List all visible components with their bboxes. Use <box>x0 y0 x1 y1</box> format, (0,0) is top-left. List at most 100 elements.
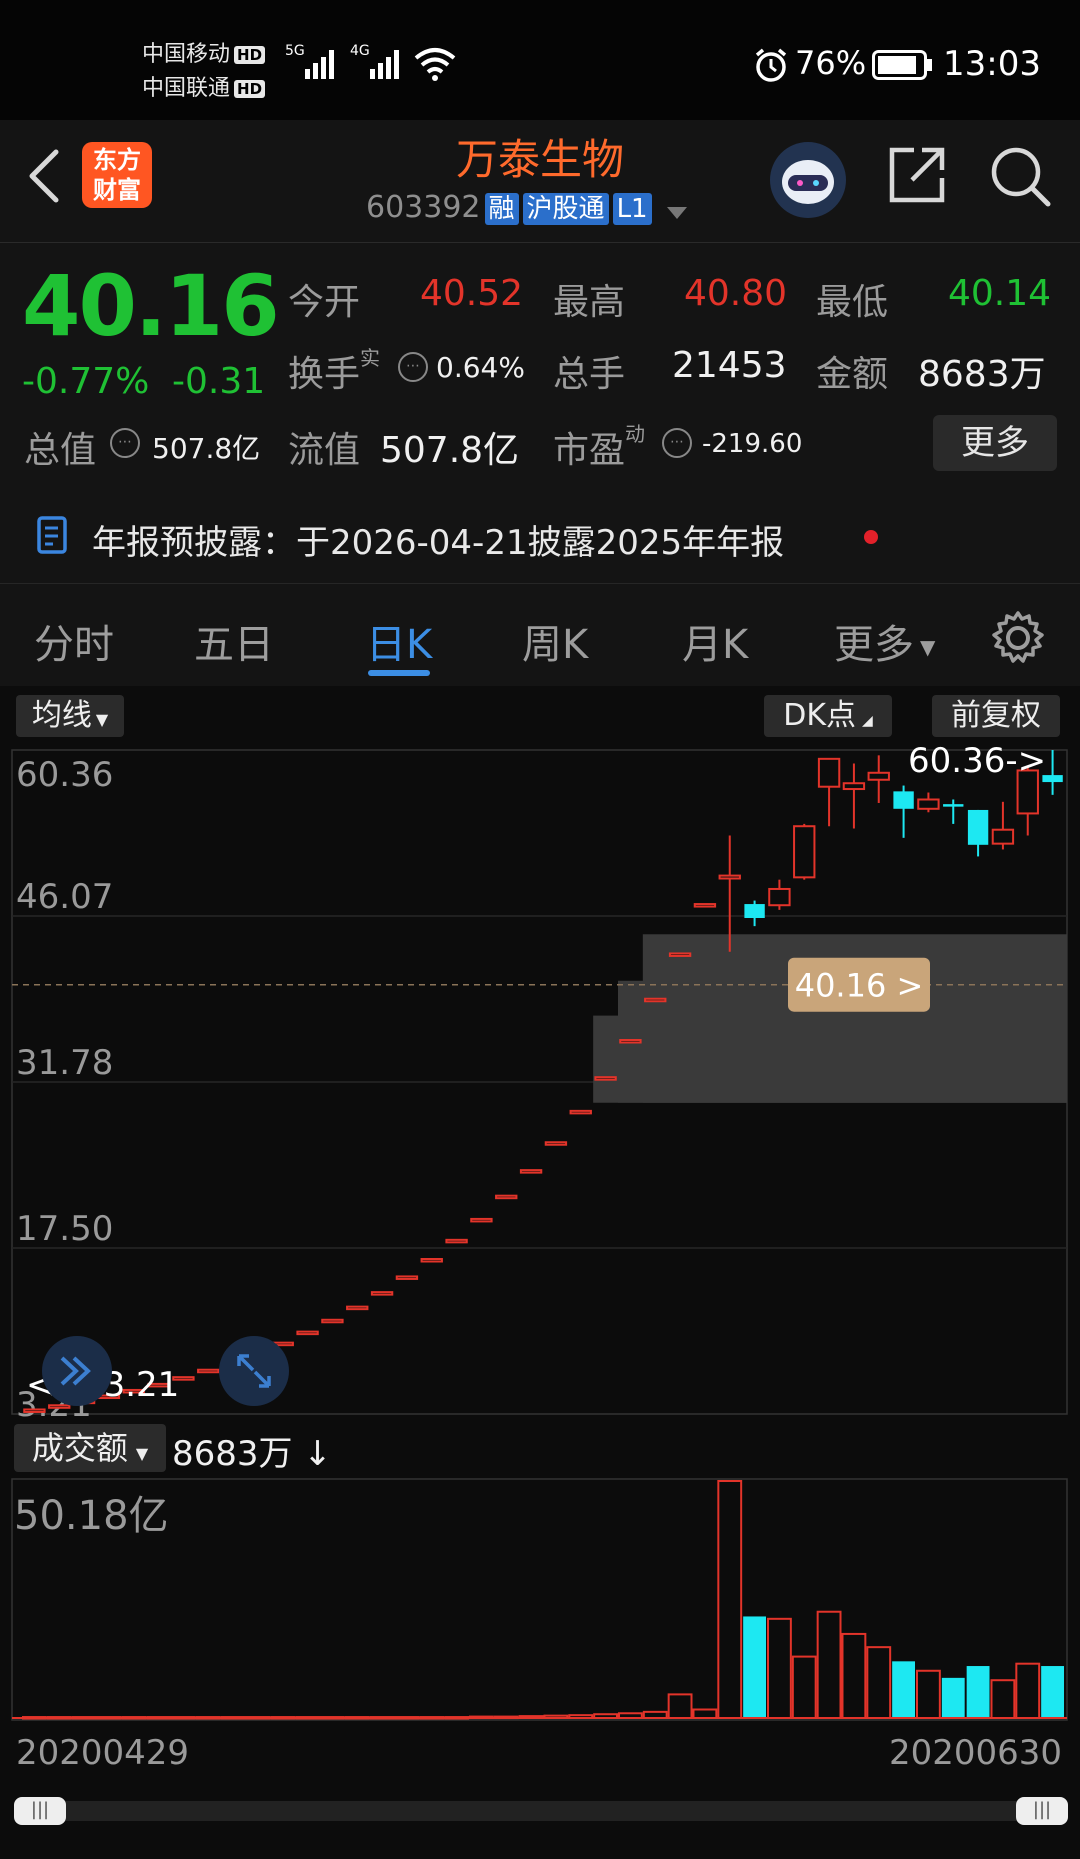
settings-gear-icon[interactable] <box>990 610 1046 666</box>
expand-icon[interactable] <box>219 1336 289 1406</box>
volume-value: 21453 <box>672 345 787 386</box>
candle-body <box>644 997 667 1003</box>
candle-body <box>321 1318 344 1324</box>
carrier-1: 中国移动 HD <box>142 36 266 68</box>
volume-bar <box>692 1708 718 1719</box>
turnover-label: 换手实 <box>288 346 381 395</box>
low-label: 最低 <box>816 282 889 323</box>
report-icon <box>37 516 67 554</box>
volume-bar <box>791 1655 817 1719</box>
more-button[interactable]: 更多 <box>933 415 1057 471</box>
high-value: 40.80 <box>684 273 788 314</box>
candle-body <box>470 1217 493 1223</box>
y-tick-label: 31.78 <box>16 1043 113 1083</box>
carrier-2: 中国联通 HD <box>142 70 266 102</box>
alarm-icon <box>755 48 787 82</box>
volume-bar <box>743 1616 767 1718</box>
candle-body <box>991 828 1015 845</box>
candle-body <box>544 1141 568 1146</box>
pe-info-icon[interactable]: ⋯ <box>662 428 692 458</box>
turnover-info-icon[interactable]: ⋯ <box>398 352 428 382</box>
notice-text[interactable]: 年报预披露：于2026-04-21披露2025年年报 <box>92 515 784 564</box>
mktcap-label: 总值 <box>24 430 97 471</box>
candle-body <box>943 804 964 807</box>
float-value: 507.8亿 <box>380 430 520 471</box>
volume-max-label: 50.18亿 <box>14 1493 169 1539</box>
unread-dot <box>864 530 878 544</box>
candle-body <box>967 809 989 845</box>
candle-body <box>693 903 717 908</box>
tab-5day[interactable]: 五日 <box>194 612 274 670</box>
volume-bar <box>990 1679 1016 1719</box>
candle-body <box>917 798 940 810</box>
stock-header: 东方 财富 万泰生物 603392 融沪股通 L1 <box>0 120 1080 243</box>
period-tabs: 分时 五日 日K 周K 月K 更多 ▼ <box>0 583 1080 687</box>
level-tag: L1 <box>612 193 652 225</box>
volume-bar <box>816 1610 842 1719</box>
tab-more[interactable]: 更多 ▼ <box>834 612 935 670</box>
change-percent: -0.77% <box>22 361 150 402</box>
y-tick-label: 17.50 <box>16 1209 113 1249</box>
fast-forward-icon[interactable] <box>42 1336 112 1406</box>
connect-tag: 沪股通 <box>522 193 609 225</box>
change-amount: -0.31 <box>172 361 266 402</box>
candle-body <box>519 1169 543 1174</box>
dropdown-icon[interactable] <box>666 206 687 219</box>
volume-bar <box>1015 1662 1041 1720</box>
quote-panel: 40.16 -0.77% -0.31 今开 40.52 最高 40.80 最低 … <box>0 243 1080 583</box>
candle-body <box>395 1275 419 1280</box>
candlestick-chart[interactable]: 60.3646.0731.7817.503.2140.16 >60.36-><-… <box>0 686 1080 1859</box>
share-icon[interactable] <box>886 144 948 206</box>
candle-body <box>569 1109 592 1115</box>
robot-assistant-icon[interactable] <box>770 142 846 218</box>
volume-bar <box>841 1632 867 1720</box>
wifi-icon <box>414 48 456 81</box>
last-price: 40.16 <box>22 257 280 355</box>
candle-body <box>893 791 914 809</box>
y-tick-label: 46.07 <box>16 877 113 917</box>
candle-body <box>296 1330 319 1336</box>
pe-value: -219.60 <box>702 429 803 459</box>
candle-body <box>668 952 692 957</box>
kline-chart-area: 均线 ▼ DK点 ◢ 前复权 60.36 46.07 31.78 17.50 3.21 40.… <box>0 686 1080 1859</box>
tab-weekly-k[interactable]: 周K <box>522 612 588 670</box>
high-label: 最高 <box>553 282 626 323</box>
chart-scrollbar[interactable] <box>16 1801 1064 1821</box>
candle-body <box>793 825 816 879</box>
amount-value: 8683万 <box>918 354 1046 395</box>
candle-body <box>619 1038 642 1044</box>
tab-intraday[interactable]: 分时 <box>34 612 114 670</box>
candle-body <box>867 771 890 781</box>
candle-body <box>768 887 791 907</box>
active-tab-indicator <box>368 670 430 676</box>
volume-bar <box>966 1666 990 1718</box>
volume-bar <box>892 1661 916 1718</box>
scroll-handle-left[interactable]: ||| <box>14 1797 66 1825</box>
candle-body <box>718 874 741 880</box>
open-value: 40.52 <box>420 273 524 314</box>
amount-label: 金额 <box>816 354 889 395</box>
current-price-label: 40.16 > <box>795 967 924 1005</box>
candle-body <box>445 1238 468 1244</box>
volume-bar <box>766 1617 792 1720</box>
candle-body <box>817 757 841 788</box>
float-label: 流值 <box>288 430 361 471</box>
candle-body <box>197 1368 220 1374</box>
volume-label: 总手 <box>553 354 626 395</box>
max-price-marker: 60.36-> <box>908 741 1046 781</box>
volume-indicator-select[interactable]: 成交额 ▼ <box>14 1424 166 1472</box>
tab-daily-k[interactable]: 日K <box>366 612 432 670</box>
low-value: 40.14 <box>948 273 1052 314</box>
x-end-label: 20200630 <box>889 1733 1062 1773</box>
mktcap-info-icon[interactable]: ⋯ <box>110 428 140 458</box>
x-start-label: 20200429 <box>16 1733 189 1773</box>
margin-tag: 融 <box>484 193 519 225</box>
tab-monthly-k[interactable]: 月K <box>682 612 748 670</box>
volume-bar <box>1041 1666 1065 1718</box>
stock-code: 603392 <box>366 190 481 225</box>
clock: 13:03 <box>943 44 1041 84</box>
scroll-handle-right[interactable]: ||| <box>1016 1797 1068 1825</box>
volume-bar <box>717 1480 743 1719</box>
y-tick-label: 60.36 <box>16 755 113 795</box>
search-icon[interactable] <box>988 144 1052 208</box>
